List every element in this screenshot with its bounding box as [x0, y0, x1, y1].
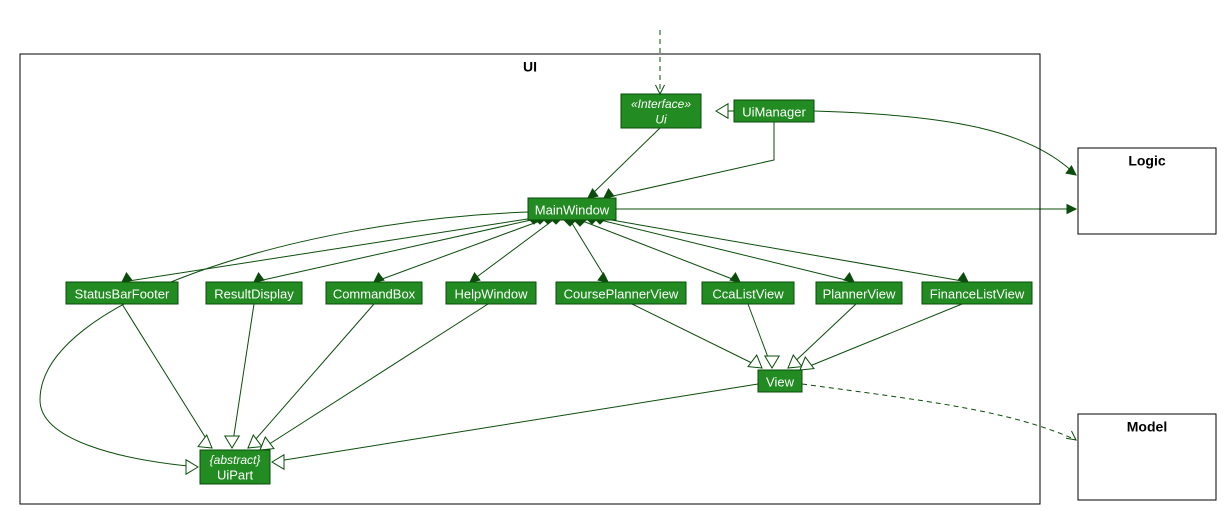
- e-cca-view: [748, 304, 779, 368]
- e-uimgr-ui: [716, 104, 734, 118]
- e-result-uipart: [225, 304, 254, 448]
- e-entry-ui: [656, 30, 665, 94]
- e-course-view: [632, 304, 762, 368]
- node-commandbox: CommandBox: [326, 282, 422, 304]
- node-main-window-label-0: MainWindow: [535, 202, 610, 217]
- pkg-logic: Logic: [1078, 148, 1216, 234]
- node-uipart-label-0: {abstract}: [210, 453, 261, 467]
- e-finance-view: [800, 304, 962, 370]
- e-comp-cmdbox: [374, 212, 554, 282]
- node-plannerview: PlannerView: [816, 282, 902, 304]
- uml-class-diagram: UI Logic Model «Interface»Ui UiManager MainW…: [0, 0, 1227, 517]
- e-view-model: [802, 384, 1076, 440]
- node-interface-ui: «Interface»Ui: [621, 94, 701, 128]
- node-helpwindow-label-0: HelpWindow: [455, 286, 529, 301]
- node-interface-ui-label-1: Ui: [655, 112, 667, 126]
- e-help-uipart: [260, 304, 488, 450]
- e-comp-course: [564, 214, 608, 282]
- e-status-uipart: [122, 304, 212, 448]
- node-commandbox-label-0: CommandBox: [333, 286, 416, 301]
- e-comp-status: [122, 212, 540, 282]
- node-view-label-0: View: [766, 374, 795, 389]
- node-ui-manager-label-0: UiManager: [742, 104, 806, 119]
- e-uimgr-main: [604, 122, 774, 198]
- e-planner-view: [788, 304, 856, 368]
- node-courseplanner-label-0: CoursePlannerView: [564, 286, 679, 301]
- node-uipart-label-1: UiPart: [217, 468, 254, 483]
- node-plannerview-label-0: PlannerView: [823, 286, 896, 301]
- e-cmdbox-uipart: [248, 304, 374, 448]
- e-uimgr-logic: [814, 111, 1076, 175]
- node-financelist: FinanceListView: [922, 282, 1032, 304]
- node-statusbar-label-0: StatusBarFooter: [75, 286, 170, 301]
- node-financelist-label-0: FinanceListView: [930, 286, 1025, 301]
- node-uipart: {abstract}UiPart: [200, 450, 270, 484]
- node-courseplanner: CoursePlannerView: [556, 282, 686, 304]
- node-resultdisplay-label-0: ResultDisplay: [214, 286, 294, 301]
- pkg-model: Model: [1078, 414, 1216, 500]
- node-ccalistview-label-0: CcaListView: [712, 286, 784, 301]
- node-helpwindow: HelpWindow: [446, 282, 536, 304]
- e-main-logic: [616, 205, 1076, 214]
- node-main-window: MainWindow: [528, 198, 616, 220]
- node-view: View: [758, 370, 802, 392]
- pkg-model-label: Model: [1127, 419, 1167, 435]
- node-ui-manager: UiManager: [734, 100, 814, 122]
- node-ccalistview: CcaListView: [702, 282, 794, 304]
- node-resultdisplay: ResultDisplay: [206, 282, 302, 304]
- pkg-ui: UI: [20, 54, 1040, 504]
- node-interface-ui-label-0: «Interface»: [631, 97, 691, 111]
- pkg-logic-label: Logic: [1128, 153, 1166, 169]
- e-view-uipart: [272, 384, 758, 469]
- node-statusbar: StatusBarFooter: [66, 282, 178, 304]
- pkg-ui-label: UI: [523, 59, 537, 75]
